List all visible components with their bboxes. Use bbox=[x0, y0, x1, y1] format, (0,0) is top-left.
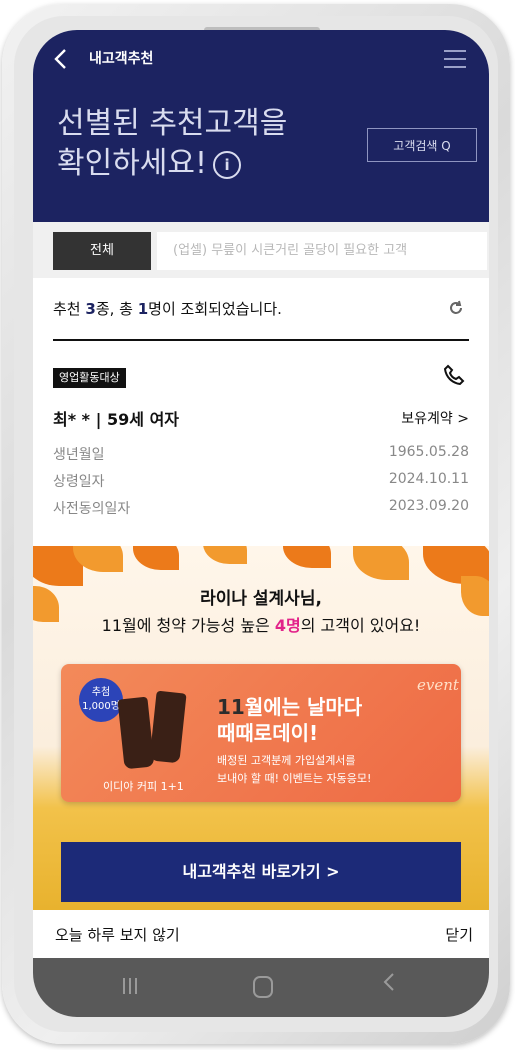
go-to-recommendations-button[interactable]: 내고객추천 바로가기 > bbox=[61, 842, 461, 902]
contract-link[interactable]: 보유계약 > bbox=[401, 408, 469, 428]
phone-call-icon[interactable] bbox=[443, 364, 465, 386]
desc-line-2: 보내야 할 때! 이벤트는 자동응모! bbox=[217, 772, 372, 785]
row-label: 사전동의일자 bbox=[53, 501, 131, 517]
row-value: 2023.09.20 bbox=[388, 498, 469, 514]
message-prefix: 11월에 청약 가능성 높은 bbox=[101, 616, 275, 635]
tab-upsell[interactable]: (업셀) 무릎이 시큰거린 골당이 필요한 고객 bbox=[157, 232, 487, 270]
hero-line-2: 확인하세요! bbox=[57, 146, 208, 181]
banner-description: 배정된 고객분께 가입설계서를 보내야 할 때! 이벤트는 자동응모! bbox=[217, 752, 371, 788]
event-tag: event bbox=[417, 676, 459, 694]
hero-title: 선별된 추천고객을 확인하세요! i bbox=[57, 104, 287, 184]
desc-line-1: 배정된 고객분께 가입설계서를 bbox=[217, 754, 356, 767]
screen: 내고객추천 선별된 추천고객을 확인하세요! i 고객검색 Q 전체 (업셀) 무… bbox=[33, 30, 489, 1017]
system-nav-bar bbox=[33, 958, 489, 1017]
hamburger-menu-icon[interactable] bbox=[444, 50, 466, 68]
category-tabs: 전체 (업셀) 무릎이 시큰거린 골당이 필요한 고객 bbox=[33, 222, 489, 278]
summary-suffix: 명이 조회되었습니다. bbox=[148, 300, 282, 318]
status-badge: 영업활동대상 bbox=[53, 368, 126, 388]
popup-footer: 오늘 하루 보지 않기 닫기 bbox=[33, 910, 489, 958]
summary-middle: 종, 총 bbox=[95, 300, 138, 318]
header-title: 내고객추천 bbox=[89, 51, 154, 67]
refresh-icon[interactable] bbox=[448, 300, 464, 316]
row-value: 1965.05.28 bbox=[388, 444, 469, 460]
title-line-2: 때때로데이! bbox=[217, 721, 319, 745]
summary-kinds: 3 bbox=[85, 300, 96, 318]
page-header: 내고객추천 선별된 추천고객을 확인하세요! i 고객검색 Q bbox=[33, 30, 489, 222]
summary-count: 1 bbox=[137, 300, 149, 318]
info-icon[interactable]: i bbox=[213, 150, 242, 179]
customer-name: 최* * | 59세 여자 bbox=[53, 410, 180, 429]
home-icon[interactable] bbox=[253, 976, 273, 998]
hero-line-1: 선별된 추천고객을 bbox=[57, 106, 288, 141]
coffee-cups-image bbox=[117, 688, 189, 770]
raffle-line-2: 1,000명 bbox=[82, 701, 120, 712]
message-highlight: 4명 bbox=[274, 616, 301, 635]
result-summary: 추천 3종, 총 1명이 조회되었습니다. bbox=[53, 298, 282, 319]
recent-apps-icon[interactable] bbox=[123, 978, 143, 994]
title-rest: 월에는 날마다 bbox=[244, 695, 363, 719]
section-divider bbox=[53, 339, 469, 341]
raffle-line-1: 추첨 bbox=[91, 687, 111, 698]
close-button[interactable]: 닫기 bbox=[445, 924, 473, 945]
row-label: 상령일자 bbox=[53, 474, 105, 490]
product-label: 이디야 커피 1+1 bbox=[103, 780, 184, 793]
event-banner[interactable]: 추첨 1,000명 이디야 커피 1+1 event 11월에는 날마다 때때로… bbox=[61, 664, 461, 802]
autumn-leaf bbox=[203, 546, 247, 564]
info-row-birth: 생년월일 1965.05.28 bbox=[53, 444, 469, 464]
raffle-badge: 추첨 1,000명 bbox=[79, 678, 123, 722]
popup-greeting: 라이나 설계사님, bbox=[200, 589, 322, 609]
row-value: 2024.10.11 bbox=[388, 471, 469, 487]
promo-popup: 라이나 설계사님, 11월에 청약 가능성 높은 4명의 고객이 있어요! 추첨… bbox=[33, 546, 489, 910]
popup-message: 11월에 청약 가능성 높은 4명의 고객이 있어요! bbox=[33, 612, 489, 636]
tab-all[interactable]: 전체 bbox=[53, 232, 151, 270]
back-icon[interactable] bbox=[383, 972, 395, 997]
title-highlight: 11 bbox=[217, 695, 245, 719]
customer-search-button[interactable]: 고객검색 Q bbox=[367, 128, 477, 162]
banner-title: 11월에는 날마다 때때로데이! bbox=[217, 694, 362, 746]
dont-show-today-link[interactable]: 오늘 하루 보지 않기 bbox=[55, 924, 180, 945]
back-arrow-icon[interactable] bbox=[53, 48, 73, 72]
autumn-leaf bbox=[133, 546, 179, 570]
row-label: 생년월일 bbox=[53, 447, 105, 463]
info-row-consent-date: 사전동의일자 2023.09.20 bbox=[53, 498, 469, 518]
autumn-leaf bbox=[283, 546, 331, 568]
info-row-age-date: 상령일자 2024.10.11 bbox=[53, 471, 469, 491]
message-suffix: 의 고객이 있어요! bbox=[300, 616, 421, 635]
summary-prefix: 추천 bbox=[53, 300, 86, 318]
autumn-leaf bbox=[353, 546, 409, 580]
